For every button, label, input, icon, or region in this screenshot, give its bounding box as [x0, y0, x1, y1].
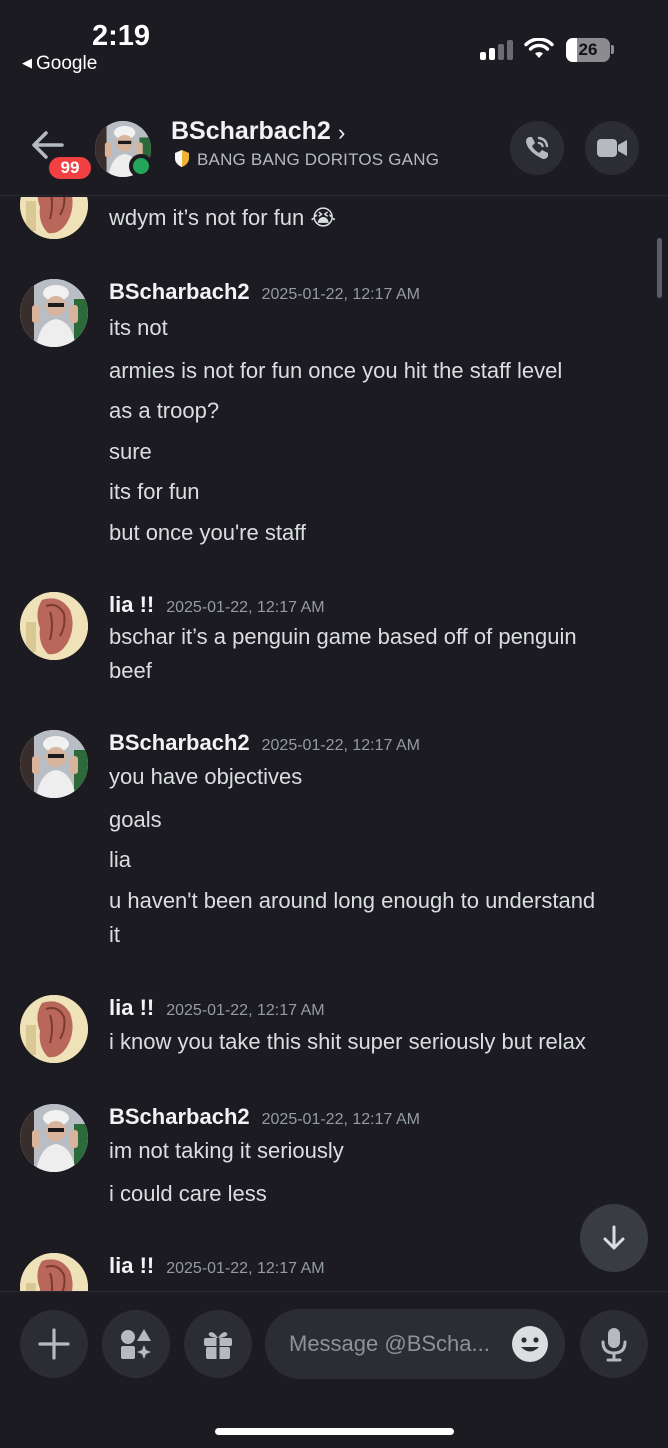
message-text: lia [109, 847, 132, 872]
shield-icon [175, 150, 189, 167]
author-name[interactable]: lia !! [109, 592, 154, 617]
timestamp: 2025-01-22, 12:17 AM [261, 1111, 420, 1128]
message-text: its for fun [109, 479, 200, 504]
microphone-icon [601, 1328, 627, 1362]
message-input-container [265, 1309, 565, 1379]
author-name[interactable]: BScharbach2 [109, 730, 250, 755]
message-text: sure [109, 439, 152, 464]
apps-button[interactable] [102, 1310, 170, 1378]
message-text: you have objectives [109, 764, 303, 789]
lia-avatar-image [20, 1253, 88, 1291]
message-text: wdym it’s not for fun 😭 [109, 205, 337, 230]
message-list[interactable]: wdym it’s not for fun 😭 BScharbach2 2025-… [0, 197, 668, 1291]
plus-icon [38, 1328, 70, 1360]
phone-icon [526, 136, 549, 159]
timestamp: 2025-01-22, 12:17 AM [166, 599, 325, 616]
message-header: lia !! 2025-01-22, 12:17 AM [109, 592, 325, 618]
back-triangle-icon: ◀ [22, 55, 32, 70]
bscharbach-avatar-image [20, 730, 88, 798]
battery-percent: 26 [578, 40, 598, 59]
message-text: as a troop? [109, 398, 220, 423]
avatar[interactable] [20, 1253, 88, 1291]
bscharbach-avatar-image [20, 1104, 88, 1172]
message-text: but once you're staff [109, 520, 307, 545]
author-name[interactable]: lia !! [109, 995, 154, 1020]
message-text: im not taking it seriously [109, 1138, 344, 1163]
attach-button[interactable] [20, 1310, 88, 1378]
battery-icon: 26 [566, 38, 610, 62]
message-text: goals [109, 807, 162, 832]
timestamp: 2025-01-22, 12:17 AM [166, 1002, 325, 1019]
channel-header: 99 BScharbach2 › BANG BANG DORITOS GANG [0, 100, 668, 196]
timestamp: 2025-01-22, 12:17 AM [261, 737, 420, 754]
apps-icon [121, 1329, 151, 1359]
jump-to-bottom-button[interactable] [580, 1204, 648, 1272]
back-app-label: Google [36, 53, 98, 74]
timestamp: 2025-01-22, 12:17 AM [261, 286, 420, 303]
wifi-icon [524, 38, 554, 58]
message-text: beef [109, 658, 152, 683]
signal-icon [480, 40, 514, 60]
home-indicator [215, 1428, 454, 1435]
author-name[interactable]: BScharbach2 [109, 1104, 250, 1129]
message-text: i know you take this shit super seriousl… [109, 1029, 586, 1054]
video-camera-icon [597, 139, 627, 157]
lia-avatar-image [20, 995, 88, 1063]
avatar[interactable] [20, 995, 88, 1063]
status-bar: 2:19 ◀ Google 26 [0, 0, 668, 100]
gift-icon [204, 1332, 232, 1359]
server-tag: BANG BANG DORITOS GANG [175, 150, 439, 170]
dm-username[interactable]: BScharbach2 [171, 117, 331, 146]
bscharbach-avatar-image [20, 279, 88, 347]
message-header: lia !! 2025-01-22, 12:17 AM [109, 995, 325, 1021]
avatar[interactable] [20, 279, 88, 347]
author-name[interactable]: BScharbach2 [109, 279, 250, 304]
scrollbar[interactable] [657, 238, 662, 298]
message-text: u haven't been around long enough to und… [109, 888, 596, 913]
message-text: i could care less [109, 1181, 267, 1206]
video-call-button[interactable] [585, 121, 639, 175]
message-composer [0, 1291, 668, 1448]
message-header: BScharbach2 2025-01-22, 12:17 AM [109, 730, 420, 756]
clock: 2:19 [92, 20, 151, 52]
message-input[interactable] [289, 1309, 509, 1379]
avatar[interactable] [20, 197, 88, 239]
emoji-icon[interactable] [511, 1325, 549, 1363]
avatar[interactable] [20, 1104, 88, 1172]
lia-avatar-image [20, 592, 88, 660]
arrow-down-icon [603, 1225, 625, 1250]
server-tag-label: BANG BANG DORITOS GANG [197, 150, 440, 169]
avatar[interactable] [20, 730, 88, 798]
message-text: its not [109, 315, 168, 340]
message-header: BScharbach2 2025-01-22, 12:17 AM [109, 279, 420, 305]
lia-avatar-image [20, 197, 88, 239]
gift-button[interactable] [184, 1310, 252, 1378]
message-text: it [109, 922, 120, 947]
message-header: BScharbach2 2025-01-22, 12:17 AM [109, 1104, 420, 1130]
online-status-indicator [129, 154, 153, 178]
unread-badge: 99 [46, 154, 94, 182]
chevron-right-icon[interactable]: › [338, 120, 345, 146]
message-text: armies is not for fun once you hit the s… [109, 358, 563, 383]
timestamp: 2025-01-22, 12:17 AM [166, 1260, 325, 1277]
voice-message-button[interactable] [580, 1310, 648, 1378]
message-header: lia !! 2025-01-22, 12:17 AM [109, 1253, 325, 1279]
battery-tip [611, 45, 614, 54]
voice-call-button[interactable] [510, 121, 564, 175]
back-to-app-link[interactable]: ◀ Google [22, 53, 97, 75]
avatar[interactable] [20, 592, 88, 660]
message-text: bschar it’s a penguin game based off of … [109, 624, 577, 649]
author-name[interactable]: lia !! [109, 1253, 154, 1278]
